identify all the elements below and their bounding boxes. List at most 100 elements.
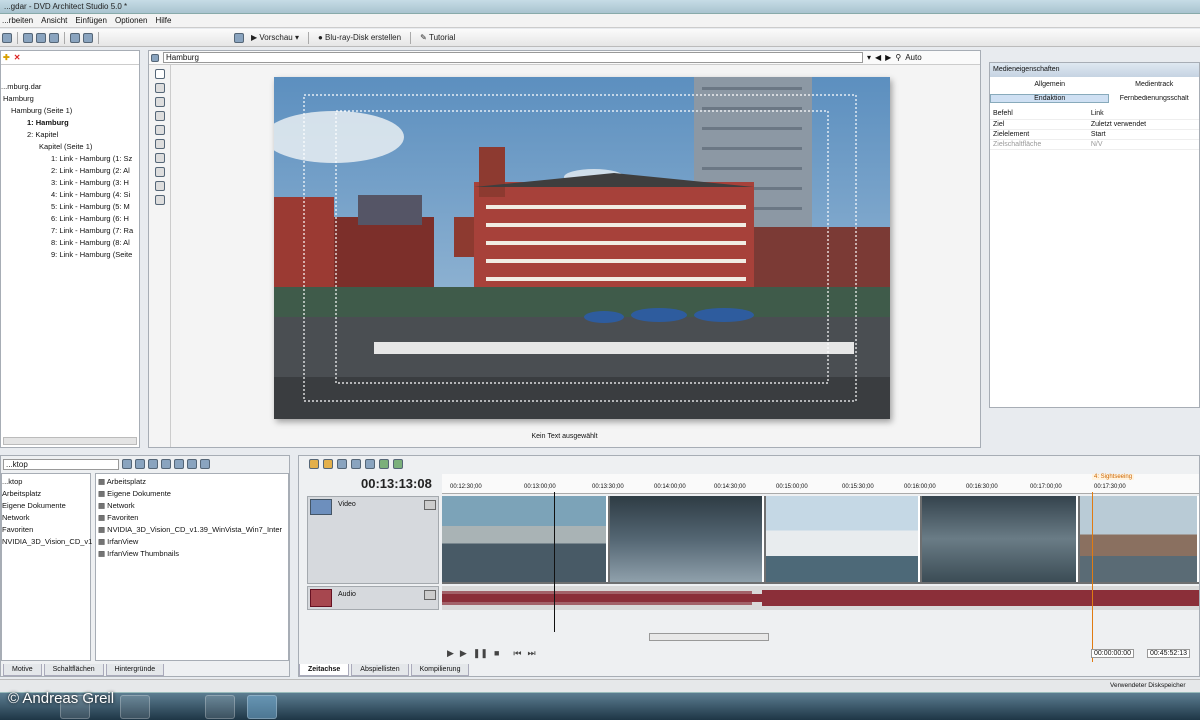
paste-icon[interactable] bbox=[49, 32, 59, 43]
tree-item[interactable]: ...mburg.dar bbox=[1, 81, 139, 93]
text-tool-icon[interactable] bbox=[154, 83, 165, 93]
video-clip[interactable] bbox=[1080, 496, 1199, 582]
grid-icon[interactable] bbox=[154, 195, 165, 205]
add-icon[interactable]: ✚ bbox=[3, 53, 10, 62]
cut-icon[interactable] bbox=[23, 32, 33, 43]
region-icon[interactable] bbox=[393, 459, 403, 469]
bluray-button[interactable]: ● Blu-ray-Disk erstellen bbox=[314, 31, 405, 45]
align-top-icon[interactable] bbox=[154, 125, 165, 135]
taskbar-app-button[interactable] bbox=[120, 695, 150, 719]
tab-general[interactable]: Allgemein bbox=[990, 81, 1109, 88]
file-item[interactable]: ▦ Network bbox=[98, 500, 288, 512]
center-icon[interactable] bbox=[154, 181, 165, 191]
delete-icon[interactable]: ✕ bbox=[14, 53, 21, 62]
tab-timeline[interactable]: Zeitachse bbox=[299, 664, 350, 676]
tab-end-action[interactable]: Endaktion bbox=[990, 93, 1110, 103]
taskbar-app-button[interactable] bbox=[247, 695, 277, 719]
views-icon[interactable] bbox=[200, 459, 210, 469]
stop-icon[interactable] bbox=[187, 459, 197, 469]
audio-track[interactable] bbox=[442, 586, 1199, 610]
menu-item-edit[interactable]: ...rbeiten bbox=[2, 14, 33, 27]
copy-icon[interactable] bbox=[36, 32, 46, 43]
snap-icon[interactable] bbox=[309, 459, 319, 469]
tab-remote[interactable]: Fernbedienungsschalt bbox=[1109, 95, 1199, 102]
folder-item[interactable]: NVIDIA_3D_Vision_CD_v1 bbox=[2, 536, 92, 548]
video-clip[interactable] bbox=[442, 496, 608, 582]
tree-item[interactable]: 1: Hamburg bbox=[1, 117, 139, 129]
tab-media-track[interactable]: Medientrack bbox=[1109, 81, 1199, 88]
align-bottom-icon[interactable] bbox=[154, 139, 165, 149]
pause-icon[interactable]: ❚❚ bbox=[473, 648, 488, 659]
add-to-project-icon[interactable] bbox=[148, 459, 158, 469]
save-icon[interactable] bbox=[2, 32, 12, 43]
forward-icon[interactable]: ▶ bbox=[885, 53, 891, 62]
tab-buttons[interactable]: Schaltflächen bbox=[43, 664, 104, 676]
explorer-path-input[interactable]: ...ktop bbox=[3, 458, 119, 470]
folder-item[interactable]: Network bbox=[2, 512, 90, 524]
file-item[interactable]: ▦ Eigene Dokumente bbox=[98, 488, 288, 500]
tree-item[interactable]: 4: Link - Hamburg (4: Si bbox=[1, 189, 139, 201]
size-icon[interactable] bbox=[154, 167, 165, 177]
track-options-icon[interactable] bbox=[424, 590, 436, 600]
ripple-icon[interactable] bbox=[323, 459, 333, 469]
select-tool-icon[interactable] bbox=[154, 69, 165, 79]
tutorial-button[interactable]: ✎ Tutorial bbox=[416, 31, 459, 45]
align-right-icon[interactable] bbox=[154, 111, 165, 121]
menu-item-view[interactable]: Ansicht bbox=[41, 14, 67, 27]
back-icon[interactable]: ◀ bbox=[875, 53, 881, 62]
folder-item[interactable]: ...ktop bbox=[2, 476, 90, 488]
tree-item[interactable]: Kapitel (Seite 1) bbox=[1, 141, 139, 153]
play-from-start-icon[interactable]: ▶ bbox=[447, 648, 454, 659]
play-icon[interactable] bbox=[174, 459, 184, 469]
track-options-icon[interactable] bbox=[424, 500, 436, 510]
dropdown-icon[interactable]: ▾ bbox=[867, 53, 871, 62]
tree-item[interactable]: 1: Link - Hamburg (1: Sz bbox=[1, 153, 139, 165]
video-clip[interactable] bbox=[922, 496, 1078, 582]
edit-tool-icon[interactable] bbox=[337, 459, 347, 469]
folder-up-icon[interactable] bbox=[122, 459, 132, 469]
go-to-end-icon[interactable]: ⏭ bbox=[527, 648, 535, 659]
menu-item-insert[interactable]: Einfügen bbox=[75, 14, 107, 27]
optimize-icon[interactable] bbox=[234, 32, 244, 43]
tree-item[interactable]: 2: Link - Hamburg (2: Al bbox=[1, 165, 139, 177]
menu-item-help[interactable]: Hilfe bbox=[155, 14, 171, 27]
play-icon[interactable]: ▶ bbox=[460, 648, 467, 659]
tree-item[interactable]: 9: Link - Hamburg (Seite bbox=[1, 249, 139, 261]
tree-item[interactable]: Hamburg (Seite 1) bbox=[1, 105, 139, 117]
property-value[interactable]: Link bbox=[1087, 109, 1199, 120]
video-clip[interactable] bbox=[766, 496, 920, 582]
folder-item[interactable]: Arbeitsplatz bbox=[2, 488, 90, 500]
delete-file-icon[interactable] bbox=[161, 459, 171, 469]
file-item[interactable]: ▦ NVIDIA_3D_Vision_CD_v1.39_WinVista_Win… bbox=[98, 524, 288, 536]
tab-playlists[interactable]: Abspiellisten bbox=[351, 664, 409, 676]
undo-icon[interactable] bbox=[70, 32, 80, 43]
property-value[interactable]: Zuletzt verwendet bbox=[1087, 119, 1199, 130]
tree-item[interactable]: 6: Link - Hamburg (6: H bbox=[1, 213, 139, 225]
envelope-tool-icon[interactable] bbox=[351, 459, 361, 469]
zoom-select[interactable]: Auto bbox=[905, 53, 921, 62]
horizontal-scrollbar[interactable] bbox=[3, 437, 137, 445]
tab-compilation[interactable]: Kompilierung bbox=[410, 664, 470, 676]
video-track[interactable] bbox=[442, 496, 1199, 584]
file-item[interactable]: ▦ Favoriten bbox=[98, 512, 288, 524]
file-item[interactable]: ▦ IrfanView Thumbnails bbox=[98, 548, 288, 560]
refresh-icon[interactable] bbox=[135, 459, 145, 469]
zoom-tool-icon[interactable] bbox=[365, 459, 375, 469]
tree-item[interactable]: 7: Link - Hamburg (7: Ra bbox=[1, 225, 139, 237]
chapter-marker[interactable]: 4: Sightseeing bbox=[1092, 474, 1135, 480]
tab-backgrounds[interactable]: Hintergründe bbox=[105, 664, 165, 676]
folder-item[interactable]: Eigene Dokumente bbox=[2, 500, 90, 512]
preview-button[interactable]: ▶ Vorschau ▾ bbox=[247, 31, 303, 45]
stop-icon[interactable]: ■ bbox=[494, 648, 499, 659]
timeline-scrollbar[interactable] bbox=[649, 633, 769, 641]
menu-item-options[interactable]: Optionen bbox=[115, 14, 147, 27]
tree-item[interactable]: 8: Link - Hamburg (8: Al bbox=[1, 237, 139, 249]
align-left-icon[interactable] bbox=[154, 97, 165, 107]
go-to-start-icon[interactable]: ⏮ bbox=[513, 648, 521, 659]
redo-icon[interactable] bbox=[83, 32, 93, 43]
folder-item[interactable]: Favoriten bbox=[2, 524, 90, 536]
tab-motive[interactable]: Motive bbox=[3, 664, 42, 676]
tree-item[interactable]: 5: Link - Hamburg (5: M bbox=[1, 201, 139, 213]
file-item[interactable]: ▦ IrfanView bbox=[98, 536, 288, 548]
file-item[interactable]: ▦ Arbeitsplatz bbox=[98, 476, 288, 488]
